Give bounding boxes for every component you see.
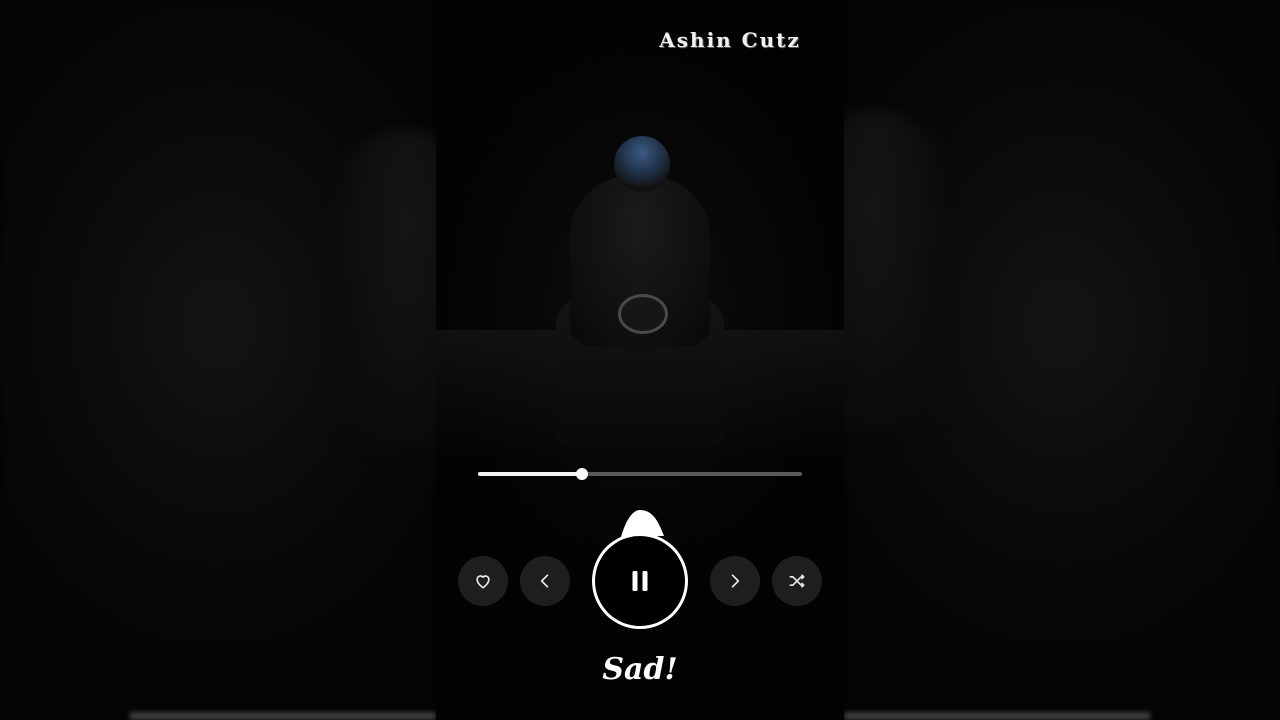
next-button[interactable]: [710, 556, 760, 606]
play-control: [592, 506, 688, 632]
channel-brand: Ashin Cutz: [659, 28, 801, 52]
backdrop-bar-right: [844, 712, 1150, 720]
heart-icon: [476, 575, 490, 589]
album-art-figure: [550, 136, 730, 456]
previous-button[interactable]: [520, 556, 570, 606]
shuffle-button[interactable]: [772, 556, 822, 606]
pause-button[interactable]: [595, 536, 685, 626]
progress-fill: [478, 472, 582, 476]
chevron-left-icon: [540, 574, 549, 588]
like-button[interactable]: [458, 556, 508, 606]
figure-head: [614, 136, 670, 192]
progress-bar[interactable]: [478, 468, 802, 480]
figure-hands: [618, 294, 668, 334]
backdrop-bar-left: [130, 712, 436, 720]
blurred-backdrop-right: [804, 0, 1280, 720]
pause-icon: [632, 571, 648, 591]
chevron-right-icon: [731, 574, 740, 588]
blurred-backdrop-left: [0, 0, 476, 720]
progress-knob[interactable]: [575, 468, 588, 480]
player-panel: Ashin Cutz Sad!: [436, 0, 844, 720]
video-frame: Ashin Cutz Sad!: [0, 0, 1280, 720]
track-title: Sad!: [602, 652, 678, 687]
shuffle-icon: [789, 574, 805, 588]
